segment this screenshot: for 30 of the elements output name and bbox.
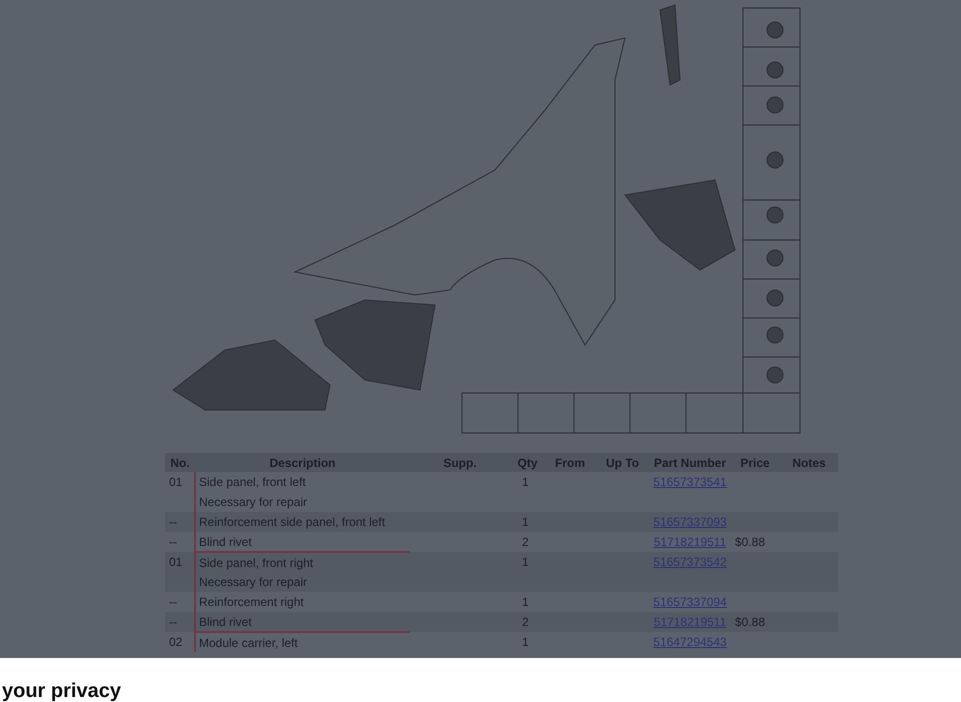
table-cell: -- [165,612,195,632]
table-cell: Module carrier, left [195,632,410,652]
table-cell: Side panel, front left [195,472,410,492]
table-cell: 02 [165,632,195,652]
table-cell: 2 [510,612,545,632]
table-cell: 2 [510,532,545,552]
column-header: From [545,453,595,472]
privacy-title: your privacy [2,680,122,702]
column-header: Description [195,453,410,472]
table-cell-text: $0.88 [734,615,766,629]
table-cell-text: $0.88 [734,535,766,549]
table-cell: Blind rivet [195,612,410,632]
column-header: Price [730,453,780,472]
table-cell: Necessary for repair [195,572,410,592]
column-header: Up To [595,453,650,472]
table-cell: 1 [510,472,545,492]
column-header: No. [165,453,195,472]
table-cell: 1 [510,512,545,532]
table-cell: -- [165,532,195,552]
table-cell: Reinforcement side panel, front left [195,512,410,532]
table-cell: -- [165,592,195,612]
table-cell: 1 [510,552,545,572]
column-header: Qty [510,453,545,472]
table-cell: 1 [510,592,545,612]
column-header: Notes [780,453,838,472]
column-header: Part Number [650,453,730,472]
table-cell: 01 [165,472,195,492]
column-header: Supp. [410,453,510,472]
table-cell: 1 [510,632,545,652]
table-cell: 01 [165,552,195,572]
